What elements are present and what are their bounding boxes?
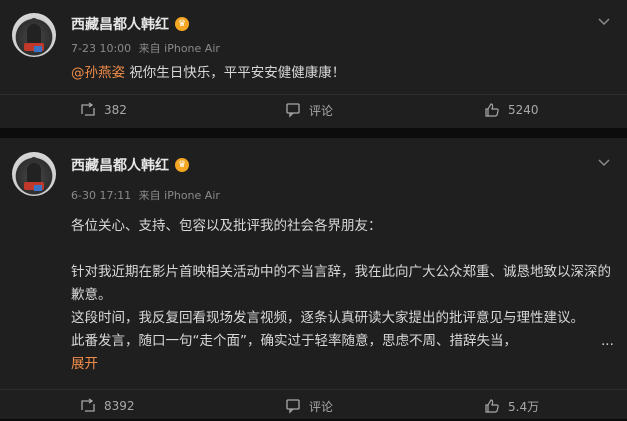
post-meta: 6-30 17:11 来自 iPhone Air: [71, 187, 224, 203]
vip-badge-icon: ♛: [175, 17, 189, 31]
comment-label: 评论: [309, 399, 334, 414]
author-name[interactable]: 西藏昌都人韩红 ♛: [71, 155, 189, 175]
avatar[interactable]: [12, 13, 56, 57]
author-name[interactable]: 西藏昌都人韩红 ♛: [71, 14, 189, 34]
repost-button[interactable]: 382: [80, 95, 127, 125]
post-source: 来自 iPhone Air: [138, 42, 220, 55]
repost-count: 8392: [104, 399, 135, 413]
action-bar: 382 评论 5240: [0, 95, 627, 125]
chevron-down-icon[interactable]: [597, 155, 611, 169]
like-button[interactable]: 5.4万: [484, 391, 539, 421]
like-count: 5240: [508, 103, 539, 117]
post-meta: 7-23 10:00 来自 iPhone Air: [71, 40, 224, 56]
post-time[interactable]: 7-23 10:00: [71, 42, 131, 55]
comment-icon: [286, 103, 300, 118]
like-button[interactable]: 5240: [484, 95, 539, 125]
repost-icon: [81, 102, 95, 116]
repost-icon: [81, 398, 95, 412]
post-paragraph-3-text: 这段时间，我反复回看现场发言视频，逐条认真研读大家提出的批评意见与理性建议。此番…: [71, 310, 584, 349]
comment-button[interactable]: 评论: [285, 95, 333, 125]
thumbs-up-icon: [485, 399, 499, 413]
chevron-down-icon[interactable]: [597, 14, 611, 28]
post-paragraph-2: 针对我近期在影片首映相关活动中的不当言辞，我在此向广大公众郑重、诚恳地致以深深的…: [71, 264, 611, 303]
action-bar: 8392 评论 5.4万: [0, 391, 627, 421]
author-name-text[interactable]: 西藏昌都人韩红: [71, 14, 169, 34]
post-paragraph-1: 各位关心、支持、包容以及批评我的社会各界朋友：: [71, 218, 382, 234]
post-card: 西藏昌都人韩红 ♛ 7-23 10:00 来自 iPhone Air @孙燕姿 …: [0, 0, 627, 128]
like-count: 5.4万: [508, 399, 540, 414]
vip-badge-icon: ♛: [175, 158, 189, 172]
post-source: 来自 iPhone Air: [138, 189, 220, 202]
comment-button[interactable]: 评论: [285, 391, 333, 421]
author-name-text[interactable]: 西藏昌都人韩红: [71, 155, 169, 175]
repost-count: 382: [104, 103, 127, 117]
divider: [0, 389, 627, 390]
mention-link[interactable]: @孙燕姿: [71, 65, 125, 81]
comment-label: 评论: [309, 103, 334, 118]
post-card: 西藏昌都人韩红 ♛ 6-30 17:11 来自 iPhone Air 各位关心、…: [0, 138, 627, 419]
ellipsis: ...: [601, 333, 614, 349]
avatar[interactable]: [12, 152, 56, 196]
post-text: @孙燕姿 祝你生日快乐，平平安安健健康康！: [71, 62, 611, 85]
expand-link[interactable]: 展开: [71, 353, 111, 376]
thumbs-up-icon: [485, 103, 499, 117]
post-body: 祝你生日快乐，平平安安健健康康！: [125, 65, 346, 81]
post-paragraph-3: 这段时间，我反复回看现场发言视频，逐条认真研读大家提出的批评意见与理性建议。此番…: [71, 307, 591, 353]
repost-button[interactable]: 8392: [80, 391, 135, 421]
comment-icon: [286, 399, 300, 414]
post-time[interactable]: 6-30 17:11: [71, 189, 131, 202]
